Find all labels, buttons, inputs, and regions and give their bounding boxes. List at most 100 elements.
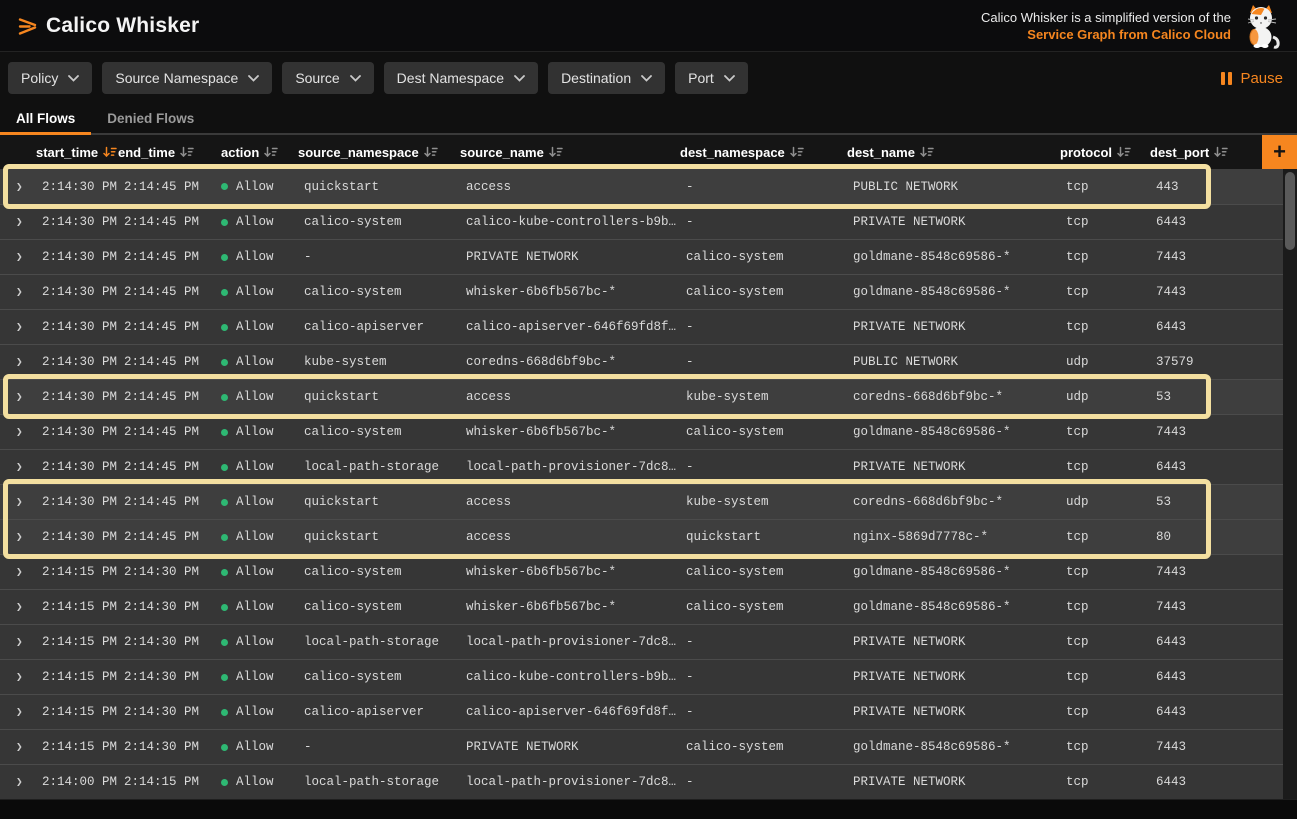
cell-dest_name: PRIVATE NETWORK [847, 705, 1060, 719]
column-header-action[interactable]: action [210, 135, 298, 169]
cell-source_namespace: kube-system [298, 355, 460, 369]
expand-row-chevron-icon[interactable]: ❯ [0, 635, 36, 649]
cell-end_time: 2:14:30 PM [118, 670, 210, 684]
expand-row-chevron-icon[interactable]: ❯ [0, 495, 36, 509]
expand-row-chevron-icon[interactable]: ❯ [0, 705, 36, 719]
cell-dest_namespace: calico-system [680, 250, 847, 264]
cell-action: Allow [210, 670, 298, 684]
cell-action: Allow [210, 530, 298, 544]
cell-start_time: 2:14:15 PM [36, 705, 118, 719]
cell-dest_port: 7443 [1150, 600, 1262, 614]
cell-source_namespace: calico-system [298, 565, 460, 579]
filter-dropdown-port[interactable]: Port [675, 62, 748, 94]
expand-row-chevron-icon[interactable]: ❯ [0, 740, 36, 754]
flow-row[interactable]: ❯2:14:30 PM2:14:45 PMAllowquickstartacce… [0, 379, 1283, 414]
allow-status-dot [221, 604, 228, 611]
flow-row[interactable]: ❯2:14:30 PM2:14:45 PMAllowkube-systemcor… [0, 344, 1283, 379]
cell-end_time: 2:14:30 PM [118, 740, 210, 754]
expand-row-chevron-icon[interactable]: ❯ [0, 425, 36, 439]
cell-protocol: tcp [1060, 320, 1150, 334]
cell-action: Allow [210, 390, 298, 404]
cell-dest_namespace: - [680, 775, 847, 789]
cell-dest_name: goldmane-8548c69586-* [847, 600, 1060, 614]
flow-row[interactable]: ❯2:14:15 PM2:14:30 PMAllowcalico-systemw… [0, 554, 1283, 589]
filter-dropdown-dest-namespace[interactable]: Dest Namespace [384, 62, 538, 94]
cell-dest_name: goldmane-8548c69586-* [847, 565, 1060, 579]
cell-source_name: access [460, 180, 680, 194]
expand-row-chevron-icon[interactable]: ❯ [0, 215, 36, 229]
column-header-dest_name[interactable]: dest_name [847, 135, 1060, 169]
column-header-start_time[interactable]: start_time [36, 135, 118, 169]
flow-row[interactable]: ❯2:14:00 PM2:14:15 PMAllowlocal-path-sto… [0, 764, 1283, 799]
filter-dropdown-policy[interactable]: Policy [8, 62, 92, 94]
flow-row[interactable]: ❯2:14:15 PM2:14:30 PMAllowcalico-apiserv… [0, 694, 1283, 729]
cell-end_time: 2:14:45 PM [118, 460, 210, 474]
cell-dest_namespace: - [680, 635, 847, 649]
expand-row-chevron-icon[interactable]: ❯ [0, 775, 36, 789]
flow-row[interactable]: ❯2:14:30 PM2:14:45 PMAllowcalico-apiserv… [0, 309, 1283, 344]
flow-row[interactable]: ❯2:14:15 PM2:14:30 PMAllowlocal-path-sto… [0, 624, 1283, 659]
cell-protocol: tcp [1060, 635, 1150, 649]
cell-source_name: whisker-6b6fb567bc-* [460, 600, 680, 614]
cell-start_time: 2:14:30 PM [36, 425, 118, 439]
tab-all-flows[interactable]: All Flows [0, 104, 91, 133]
flow-row[interactable]: ❯2:14:30 PM2:14:45 PMAllow-PRIVATE NETWO… [0, 239, 1283, 274]
expand-row-chevron-icon[interactable]: ❯ [0, 250, 36, 264]
flow-row[interactable]: ❯2:14:15 PM2:14:30 PMAllowcalico-systemc… [0, 659, 1283, 694]
flow-row[interactable]: ❯2:14:30 PM2:14:45 PMAllowquickstartacce… [0, 484, 1283, 519]
filter-dropdown-source[interactable]: Source [282, 62, 373, 94]
flow-row[interactable]: ❯2:14:30 PM2:14:45 PMAllowcalico-systemw… [0, 414, 1283, 449]
flow-row[interactable]: ❯2:14:15 PM2:14:30 PMAllowcalico-systemw… [0, 589, 1283, 624]
table-header: start_timeend_timeactionsource_namespace… [0, 135, 1297, 169]
expand-row-chevron-icon[interactable]: ❯ [0, 285, 36, 299]
cell-source_name: PRIVATE NETWORK [460, 740, 680, 754]
allow-status-dot [221, 744, 228, 751]
cell-source_namespace: quickstart [298, 180, 460, 194]
expand-row-chevron-icon[interactable]: ❯ [0, 180, 36, 194]
column-header-protocol[interactable]: protocol [1060, 135, 1150, 169]
expand-row-chevron-icon[interactable]: ❯ [0, 530, 36, 544]
expand-row-chevron-icon[interactable]: ❯ [0, 320, 36, 334]
expand-row-chevron-icon[interactable]: ❯ [0, 565, 36, 579]
cell-start_time: 2:14:30 PM [36, 285, 118, 299]
flow-row[interactable]: ❯2:14:30 PM2:14:45 PMAllowlocal-path-sto… [0, 449, 1283, 484]
filter-dropdown-destination[interactable]: Destination [548, 62, 665, 94]
expand-row-chevron-icon[interactable]: ❯ [0, 355, 36, 369]
scrollbar-thumb[interactable] [1285, 172, 1295, 250]
cell-source_name: local-path-provisioner-7dc8… [460, 460, 680, 474]
column-header-source_namespace[interactable]: source_namespace [298, 135, 460, 169]
column-header-dest_port[interactable]: dest_port [1150, 135, 1262, 169]
cell-start_time: 2:14:15 PM [36, 600, 118, 614]
cell-end_time: 2:14:45 PM [118, 250, 210, 264]
cell-end_time: 2:14:45 PM [118, 180, 210, 194]
cell-dest_port: 6443 [1150, 635, 1262, 649]
cell-protocol: tcp [1060, 740, 1150, 754]
cell-dest_port: 7443 [1150, 285, 1262, 299]
flow-row[interactable]: ❯2:14:30 PM2:14:45 PMAllowcalico-systemc… [0, 204, 1283, 239]
allow-status-dot [221, 429, 228, 436]
tab-denied-flows[interactable]: Denied Flows [91, 104, 210, 133]
cell-source_name: access [460, 530, 680, 544]
allow-status-dot [221, 289, 228, 296]
column-header-end_time[interactable]: end_time [118, 135, 210, 169]
flow-row[interactable]: ❯2:14:30 PM2:14:45 PMAllowquickstartacce… [0, 519, 1283, 554]
column-header-dest_namespace[interactable]: dest_namespace [680, 135, 847, 169]
service-graph-link[interactable]: Service Graph from Calico Cloud [981, 26, 1231, 43]
expand-row-chevron-icon[interactable]: ❯ [0, 600, 36, 614]
sort-icon [1214, 146, 1228, 158]
vertical-scrollbar[interactable] [1283, 169, 1297, 799]
add-column-button[interactable]: + [1262, 135, 1297, 169]
expand-row-chevron-icon[interactable]: ❯ [0, 390, 36, 404]
cell-protocol: tcp [1060, 460, 1150, 474]
column-header-source_name[interactable]: source_name [460, 135, 680, 169]
pause-button[interactable]: Pause [1221, 70, 1283, 87]
flow-row[interactable]: ❯2:14:30 PM2:14:45 PMAllowcalico-systemw… [0, 274, 1283, 309]
expand-row-chevron-icon[interactable]: ❯ [0, 670, 36, 684]
expand-row-chevron-icon[interactable]: ❯ [0, 460, 36, 474]
filter-dropdown-source-namespace[interactable]: Source Namespace [102, 62, 272, 94]
flow-row[interactable]: ❯2:14:30 PM2:14:45 PMAllowquickstartacce… [0, 169, 1283, 204]
flow-row[interactable]: ❯2:14:15 PM2:14:30 PMAllow-PRIVATE NETWO… [0, 729, 1283, 764]
cell-dest_name: PRIVATE NETWORK [847, 670, 1060, 684]
cell-source_namespace: calico-system [298, 600, 460, 614]
horizontal-scroll-area[interactable] [0, 799, 1297, 819]
